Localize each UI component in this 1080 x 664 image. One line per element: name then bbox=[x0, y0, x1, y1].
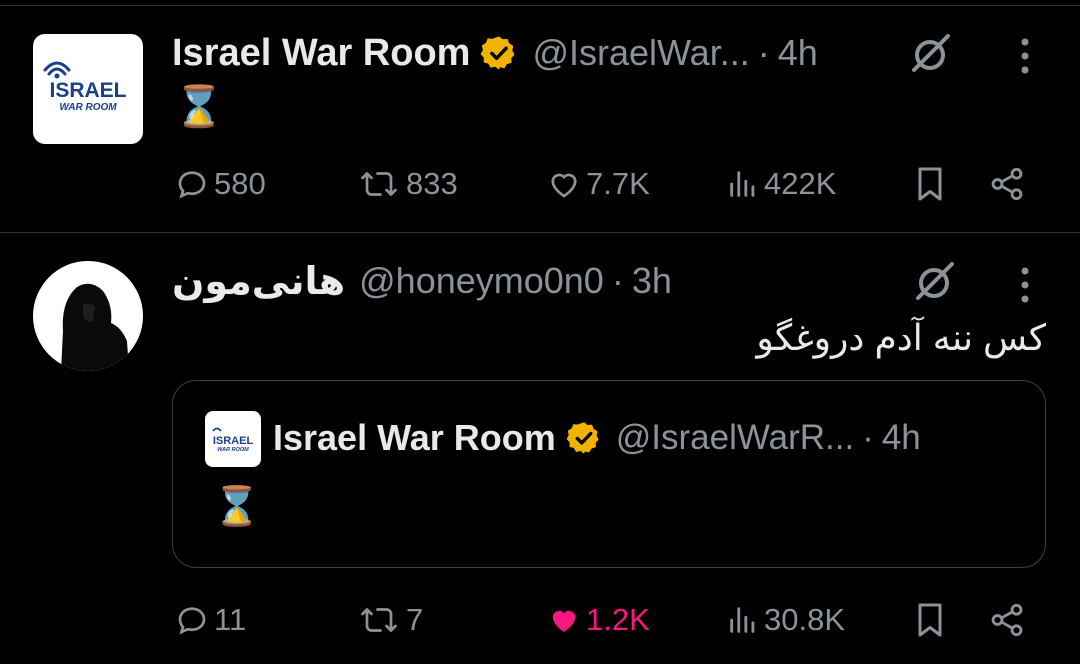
reply-count: 580 bbox=[214, 166, 266, 201]
quoted-tweet[interactable]: ISRAEL WAR ROOM Israel War Room @IsraelW… bbox=[172, 380, 1046, 568]
verified-badge-icon[interactable] bbox=[480, 34, 518, 72]
avatar[interactable]: ISRAEL WAR ROOM bbox=[33, 34, 143, 144]
repost-icon bbox=[361, 172, 397, 196]
share-icon bbox=[991, 603, 1023, 637]
views-count: 30.8K bbox=[764, 602, 846, 637]
timestamp[interactable]: 3h bbox=[632, 260, 672, 302]
views-icon bbox=[730, 171, 755, 197]
grok-icon[interactable] bbox=[912, 258, 958, 304]
repost-count: 833 bbox=[406, 166, 458, 201]
like-count: 1.2K bbox=[586, 602, 650, 637]
reply-button[interactable]: 580 bbox=[174, 160, 266, 208]
repost-button[interactable]: 7 bbox=[356, 596, 423, 644]
share-icon bbox=[991, 167, 1023, 201]
display-name[interactable]: Israel War Room bbox=[172, 32, 470, 75]
quoted-text: ⌛ bbox=[213, 486, 261, 528]
verified-badge-icon[interactable] bbox=[566, 420, 602, 456]
reply-icon bbox=[178, 607, 206, 635]
separator: · bbox=[757, 32, 770, 73]
views-button[interactable]: 422K bbox=[726, 160, 836, 208]
like-button[interactable]: 1.2K bbox=[546, 596, 650, 644]
quoted-avatar-text-top: ISRAEL bbox=[213, 435, 254, 447]
more-icon[interactable] bbox=[1018, 265, 1032, 305]
repost-icon bbox=[361, 608, 397, 632]
share-button[interactable] bbox=[988, 596, 1026, 644]
views-count: 422K bbox=[764, 166, 837, 201]
quoted-avatar-text-bottom: WAR ROOM bbox=[217, 447, 249, 453]
handle[interactable]: @IsraelWar... bbox=[532, 32, 749, 74]
like-count: 7.7K bbox=[586, 166, 650, 201]
grok-icon[interactable] bbox=[908, 30, 954, 76]
views-button[interactable]: 30.8K bbox=[726, 596, 845, 644]
bookmark-icon bbox=[918, 167, 942, 201]
avatar[interactable] bbox=[33, 261, 143, 371]
views-icon bbox=[730, 607, 755, 633]
tweet-text: ⌛ bbox=[174, 85, 224, 129]
share-button[interactable] bbox=[988, 160, 1026, 208]
separator: · bbox=[611, 260, 624, 301]
reply-count: 11 bbox=[214, 602, 247, 637]
more-icon[interactable] bbox=[1018, 36, 1032, 76]
repost-button[interactable]: 833 bbox=[356, 160, 458, 208]
tweet[interactable]: هانی‌مون @honeymo0n0 · 3h کس ننه آدم درو… bbox=[0, 233, 1080, 664]
quoted-handle[interactable]: @IsraelWarR... bbox=[616, 418, 854, 458]
quoted-display-name[interactable]: Israel War Room bbox=[273, 417, 556, 459]
like-icon bbox=[551, 173, 577, 198]
separator: · bbox=[862, 418, 874, 457]
quoted-timestamp[interactable]: 4h bbox=[882, 418, 921, 458]
tweet-header: هانی‌مون @honeymo0n0 · 3h bbox=[172, 258, 672, 304]
quoted-header: Israel War Room @IsraelWarR... · 4h bbox=[273, 415, 921, 461]
timestamp[interactable]: 4h bbox=[778, 32, 818, 74]
reply-button[interactable]: 11 bbox=[174, 596, 246, 644]
action-bar: 580 833 7.7K 422K bbox=[0, 160, 1080, 208]
bookmark-icon bbox=[918, 603, 942, 637]
avatar-text-bottom: WAR ROOM bbox=[59, 102, 117, 113]
tweet-header: Israel War Room @IsraelWar... · 4h bbox=[172, 30, 818, 76]
quoted-avatar[interactable]: ISRAEL WAR ROOM bbox=[205, 411, 261, 467]
repost-count: 7 bbox=[406, 602, 424, 637]
avatar-text-top: ISRAEL bbox=[49, 79, 126, 102]
reply-icon bbox=[178, 171, 206, 199]
tweet[interactable]: ISRAEL WAR ROOM Israel War Room @IsraelW… bbox=[0, 0, 1080, 232]
like-icon bbox=[552, 610, 576, 632]
tweet-text: کس ننه آدم دروغگو bbox=[756, 317, 1046, 358]
action-bar: 11 7 1.2K 30.8K bbox=[0, 596, 1080, 644]
bookmark-button[interactable] bbox=[910, 160, 950, 208]
display-name[interactable]: هانی‌مون bbox=[172, 259, 345, 304]
handle[interactable]: @honeymo0n0 bbox=[359, 260, 604, 302]
like-button[interactable]: 7.7K bbox=[546, 160, 650, 208]
bookmark-button[interactable] bbox=[910, 596, 950, 644]
